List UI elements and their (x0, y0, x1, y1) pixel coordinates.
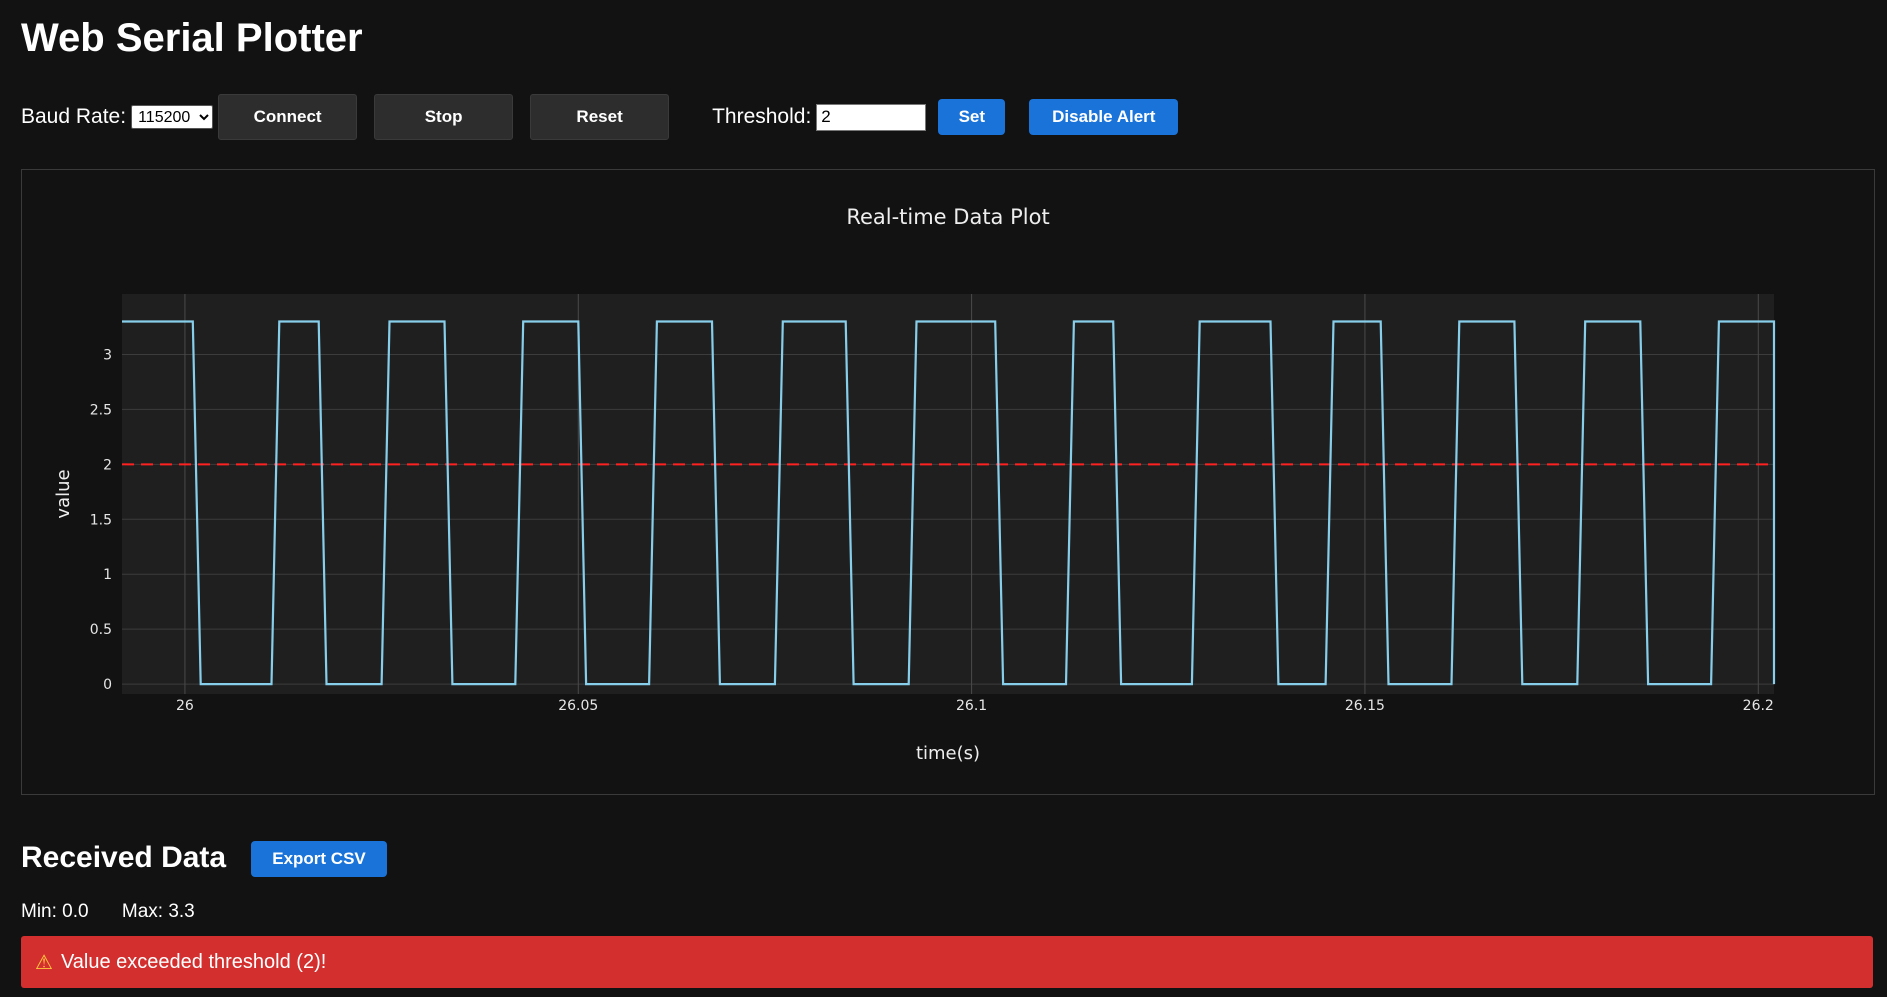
stats-row: Min: 0.0 Max: 3.3 (21, 900, 195, 924)
disable-alert-button[interactable]: Disable Alert (1029, 99, 1179, 135)
connect-button[interactable]: Connect (218, 94, 358, 140)
threshold-alert: ⚠ Value exceeded threshold (2)! (21, 936, 1873, 988)
set-threshold-button[interactable]: Set (938, 99, 1006, 135)
control-bar: Baud Rate: 115200 Connect Stop Reset Thr… (21, 94, 1179, 140)
y-tick-label: 2.5 (90, 402, 112, 418)
y-axis-label: value (53, 469, 74, 518)
stop-button[interactable]: Stop (374, 94, 514, 140)
plot-container: 0 0.5 1 1.5 2 2.5 3 26 26.05 26.1 26.15 26.2 Real-ti… (21, 169, 1875, 795)
y-tick-label: 3 (103, 347, 112, 363)
alert-message: Value exceeded threshold (2)! (60, 950, 327, 973)
x-tick-label: 26.1 (956, 698, 987, 714)
y-tick-label: 2 (103, 457, 112, 473)
real-time-chart: 0 0.5 1 1.5 2 2.5 3 26 26.05 26.1 26.15 26.2 Real-ti… (53, 205, 1776, 764)
threshold-label: Threshold: (712, 105, 812, 128)
chart-title: Real-time Data Plot (846, 205, 1049, 229)
y-tick-label: 1.5 (90, 512, 112, 528)
x-tick-label: 26.2 (1743, 698, 1774, 714)
x-tick-label: 26 (176, 698, 194, 714)
reset-button[interactable]: Reset (530, 94, 670, 140)
max-value: Max: 3.3 (121, 901, 195, 922)
received-data-heading: Received Data (21, 841, 227, 874)
x-tick-label: 26.15 (1345, 698, 1385, 714)
warning-icon: ⚠ (35, 951, 53, 974)
x-axis-label: time(s) (916, 743, 980, 764)
y-tick-label: 0 (103, 677, 112, 693)
baud-rate-label: Baud Rate: (21, 105, 127, 128)
y-tick-label: 1 (103, 567, 112, 583)
x-tick-label: 26.05 (558, 698, 598, 714)
y-tick-label: 0.5 (90, 622, 112, 638)
page-title: Web Serial Plotter (21, 16, 363, 60)
min-value: Min: 0.0 (21, 901, 89, 922)
export-csv-button[interactable]: Export CSV (251, 841, 387, 877)
threshold-input[interactable] (816, 103, 927, 131)
baud-rate-select[interactable]: 115200 (131, 105, 214, 129)
